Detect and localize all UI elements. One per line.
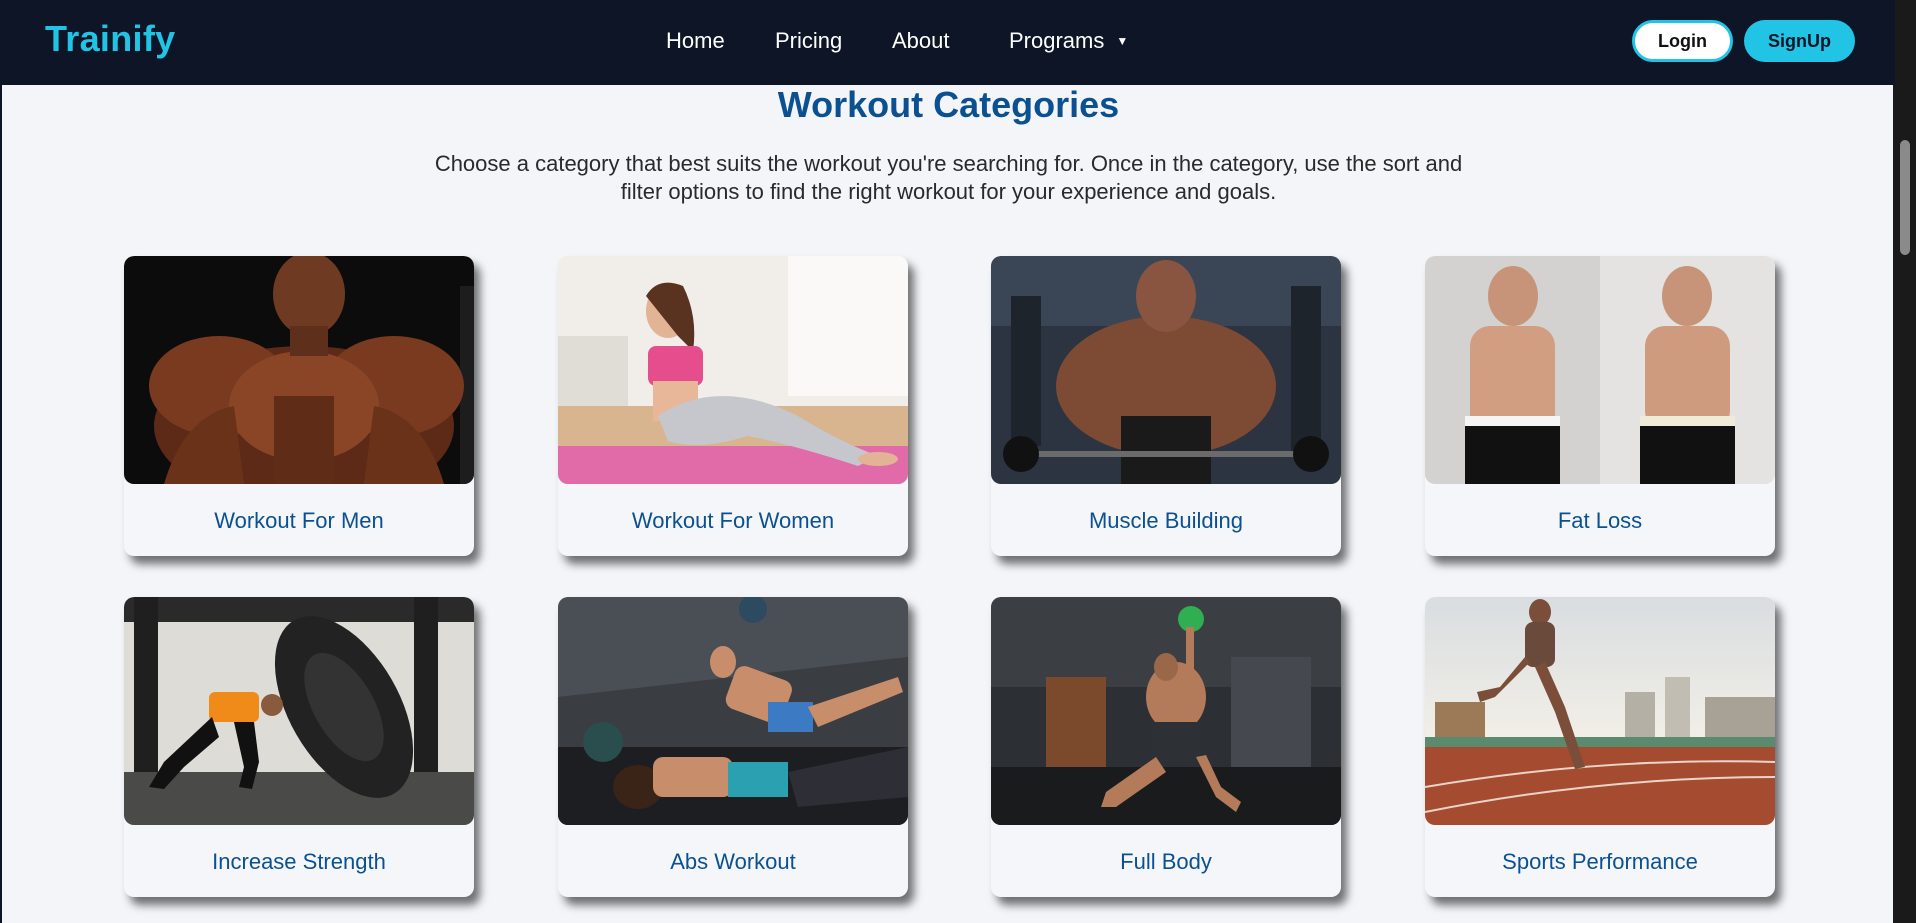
login-button[interactable]: Login <box>1632 20 1733 62</box>
category-label: Fat Loss <box>1557 508 1643 533</box>
category-card-increase-strength[interactable]: Increase Strength <box>124 597 474 897</box>
category-image-fat-loss <box>1425 256 1775 484</box>
category-label: Sports Performance <box>1502 849 1698 874</box>
category-card-fat-loss[interactable]: Fat Loss <box>1425 256 1775 556</box>
category-card-abs-workout[interactable]: Abs Workout <box>558 597 908 897</box>
category-card-muscle-building[interactable]: Muscle Building <box>991 256 1341 556</box>
nav-link-home[interactable]: Home <box>666 28 725 54</box>
section-description: Choose a category that best suits the wo… <box>434 151 1463 204</box>
navbar: Trainify Home Pricing About Programs ▼ Lo… <box>2 0 1895 85</box>
signup-button[interactable]: SignUp <box>1744 20 1855 62</box>
category-card-full-body[interactable]: Full Body <box>991 597 1341 897</box>
category-label: Full Body <box>1120 849 1212 874</box>
category-image-muscle-building <box>991 256 1341 484</box>
category-label: Increase Strength <box>212 849 386 874</box>
category-label: Workout For Men <box>214 508 384 533</box>
category-image-abs-workout <box>558 597 908 825</box>
category-image-increase-strength <box>124 597 474 825</box>
scrollbar-thumb[interactable] <box>1900 140 1910 255</box>
nav-links: Home Pricing About Programs ▼ <box>2 0 1895 85</box>
section-title: Workout Categories <box>777 84 1120 125</box>
category-card-men[interactable]: Workout For Men <box>124 256 474 556</box>
category-image-men <box>124 256 474 484</box>
vertical-scrollbar[interactable] <box>1893 0 1916 923</box>
category-image-sports-performance <box>1425 597 1775 825</box>
nav-link-about[interactable]: About <box>892 28 950 54</box>
page-frame: Trainify Home Pricing About Programs ▼ Lo… <box>0 0 1895 923</box>
category-card-sports-performance[interactable]: Sports Performance <box>1425 597 1775 897</box>
nav-programs-label: Programs <box>1009 28 1105 53</box>
nav-link-pricing[interactable]: Pricing <box>775 28 842 54</box>
category-label: Workout For Women <box>631 508 835 533</box>
category-image-full-body <box>991 597 1341 825</box>
category-label: Muscle Building <box>1088 508 1244 533</box>
category-label: Abs Workout <box>670 849 796 874</box>
nav-dropdown-programs[interactable]: Programs ▼ <box>1009 28 1128 54</box>
caret-down-icon: ▼ <box>1116 34 1129 48</box>
category-card-women[interactable]: Workout For Women <box>558 256 908 556</box>
category-image-women <box>558 256 908 484</box>
